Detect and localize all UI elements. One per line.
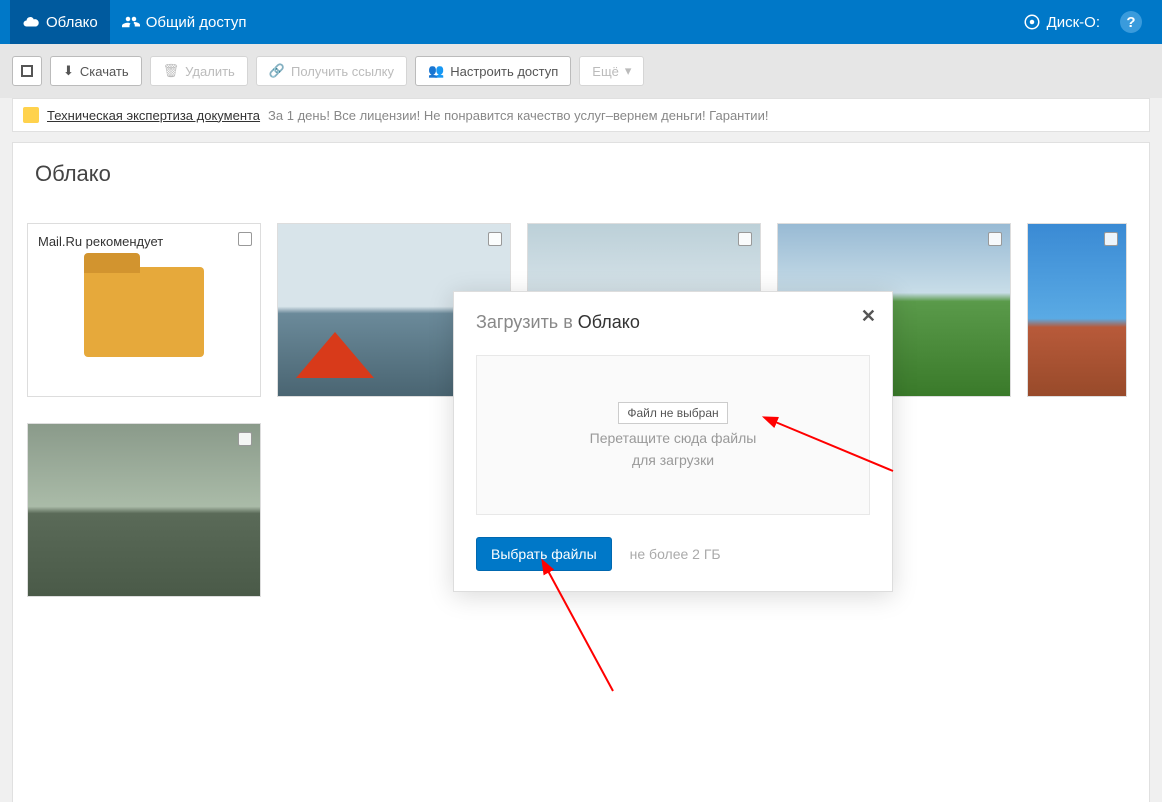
upload-modal: ✕ Загрузить в Облако Файл не выбран Пере… (453, 291, 893, 592)
modal-actions: Выбрать файлы не более 2 ГБ (476, 537, 870, 571)
configure-access-label: Настроить доступ (450, 64, 558, 79)
content-area: Mail.Ru рекомендует (12, 201, 1150, 802)
dropzone[interactable]: Файл не выбран Перетащите сюда файлы для… (476, 355, 870, 515)
nav-cloud[interactable]: Облако (10, 0, 110, 44)
ad-link[interactable]: Техническая экспертиза документа (47, 108, 260, 123)
nav-cloud-label: Облако (46, 14, 98, 31)
disk-o-icon (1023, 13, 1041, 31)
breadcrumb: Облако (12, 142, 1150, 201)
modal-title-dest: Облако (578, 312, 640, 332)
delete-button[interactable]: 🗑 Удалить (150, 56, 248, 86)
folder-title: Mail.Ru рекомендует (38, 234, 250, 249)
nav-shared-label: Общий доступ (146, 14, 247, 31)
page-title: Облако (35, 161, 111, 186)
link-icon: 🔗 (269, 63, 285, 79)
folder-tile-recommends[interactable]: Mail.Ru рекомендует (27, 223, 261, 397)
ad-text: За 1 день! Все лицензии! Не понравится к… (268, 108, 768, 123)
chevron-down-icon: ▾ (625, 63, 632, 79)
download-icon: ⬇ (63, 63, 74, 79)
tile-checkbox[interactable] (238, 232, 252, 246)
modal-title-prefix: Загрузить в (476, 312, 573, 332)
configure-access-button[interactable]: 👥 Настроить доступ (415, 56, 571, 86)
nav-shared[interactable]: Общий доступ (110, 0, 259, 44)
close-button[interactable]: ✕ (861, 306, 876, 327)
ad-banner: Техническая экспертиза документа За 1 де… (12, 98, 1150, 132)
more-button[interactable]: Ещё ▾ (579, 56, 644, 86)
toolbar: ⬇ Скачать 🗑 Удалить 🔗 Получить ссылку 👥 … (0, 44, 1162, 98)
tile-checkbox[interactable] (738, 232, 752, 246)
size-limit-hint: не более 2 ГБ (630, 546, 721, 562)
dropzone-line2: для загрузки (632, 452, 714, 468)
disk-o-link[interactable]: Диск-О: (1013, 13, 1110, 31)
top-nav: Облако Общий доступ Диск-О: ? (0, 0, 1162, 44)
download-button[interactable]: ⬇ Скачать (50, 56, 142, 86)
get-link-button[interactable]: 🔗 Получить ссылку (256, 56, 407, 86)
tile-checkbox[interactable] (238, 432, 252, 446)
more-label: Ещё (592, 64, 619, 79)
help-button[interactable]: ? (1110, 11, 1152, 33)
delete-label: Удалить (185, 64, 235, 79)
download-label: Скачать (80, 64, 129, 79)
select-files-button[interactable]: Выбрать файлы (476, 537, 612, 571)
image-tile[interactable] (27, 423, 261, 597)
modal-title: Загрузить в Облако (476, 312, 870, 333)
folder-icon (84, 267, 204, 357)
image-tile[interactable] (1027, 223, 1127, 397)
tile-checkbox[interactable] (488, 232, 502, 246)
users-small-icon: 👥 (428, 63, 444, 79)
help-icon: ? (1120, 11, 1142, 33)
select-all-checkbox[interactable] (12, 56, 42, 86)
tile-checkbox[interactable] (1104, 232, 1118, 246)
ad-feather-icon (23, 107, 39, 123)
thumbnail-reflection (28, 424, 260, 596)
users-icon (122, 13, 140, 31)
get-link-label: Получить ссылку (291, 64, 394, 79)
no-file-badge: Файл не выбран (618, 402, 727, 424)
cloud-icon (22, 13, 40, 31)
thumbnail-rocks (1028, 224, 1126, 396)
disk-o-label: Диск-О: (1047, 14, 1100, 31)
tile-checkbox[interactable] (988, 232, 1002, 246)
trash-icon: 🗑 (163, 63, 180, 79)
dropzone-line1: Перетащите сюда файлы (590, 430, 757, 446)
